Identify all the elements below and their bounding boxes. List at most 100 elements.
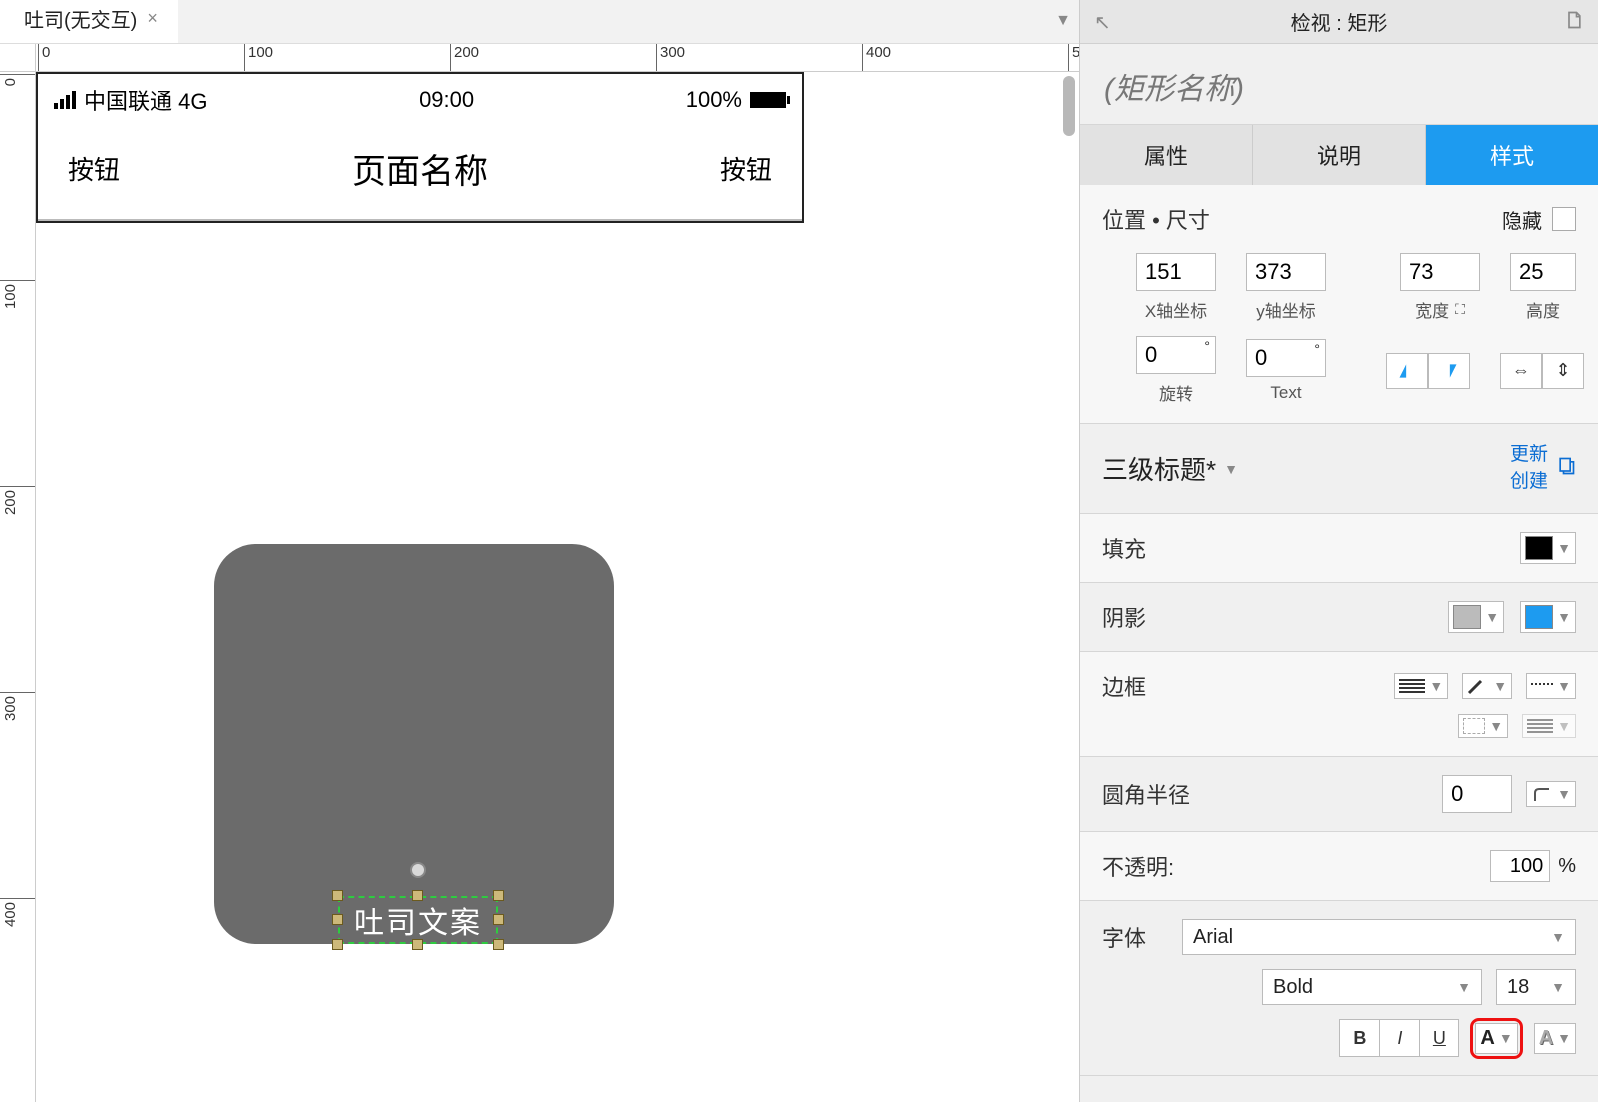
border-visibility-picker[interactable]: ▼ [1458,714,1508,738]
x-label: X轴坐标 [1145,297,1207,322]
page-title: 页面名称 [352,144,488,193]
font-size-value: 18 [1507,976,1529,999]
update-style-link[interactable]: 更新 [1510,442,1548,469]
border-label: 边框 [1102,670,1146,702]
outer-shadow-picker[interactable]: ▼ [1448,601,1504,633]
close-icon[interactable]: × [147,8,158,29]
border-width-picker[interactable]: ▼ [1394,673,1448,699]
popout-icon[interactable]: ↖ [1094,10,1111,35]
tab-dropdown-icon[interactable]: ▼ [1055,12,1071,30]
y-input[interactable] [1246,253,1326,291]
font-color-picker[interactable]: A▼ [1475,1023,1517,1054]
tab-notes[interactable]: 说明 [1253,125,1426,185]
radius-corners-picker[interactable]: ▼ [1526,781,1576,807]
font-label: 字体 [1102,921,1162,953]
inner-shadow-picker[interactable]: ▼ [1520,601,1576,633]
nav-right-button[interactable]: 按钮 [720,150,772,187]
inspector-panel: ↖ 检视 : 矩形 (矩形名称) 属性 说明 样式 位置 • 尺寸 隐藏 [1079,0,1598,1102]
section-position: 位置 • 尺寸 隐藏 X轴坐标 y轴坐标 [1080,185,1598,424]
ruler-tick-500: 500 [1072,44,1079,61]
font-weight-dropdown[interactable]: Bold▼ [1262,969,1482,1005]
resize-handle-ne[interactable] [493,890,504,901]
ruler-tick-0: 0 [42,44,50,61]
copy-style-icon[interactable] [1556,456,1576,482]
resize-handle-w[interactable] [332,914,343,925]
ruler-tick-200: 200 [454,44,479,61]
shape-name-field[interactable]: (矩形名称) [1080,44,1598,125]
inspector-title: 检视 : 矩形 [1291,7,1388,36]
width-label: 宽度 [1415,297,1449,322]
clock-label: 09:00 [419,87,474,113]
toast-text[interactable]: 吐司文案 [338,896,498,944]
font-effect-picker[interactable]: A▼ [1534,1023,1576,1054]
x-input[interactable] [1136,253,1216,291]
vruler-300: 300 [2,696,19,721]
autofit-height-button[interactable]: ⇕ [1542,353,1584,389]
document-tab[interactable]: 吐司(无交互) × [0,0,178,43]
autofit-width-button[interactable]: ⇔ [1500,353,1542,389]
resize-handle-se[interactable] [493,939,504,950]
nav-bar: 按钮 页面名称 按钮 [38,126,802,221]
lock-aspect-icon[interactable]: ⛶ [1455,301,1465,318]
tab-title: 吐司(无交互) [24,4,137,33]
vruler-200: 200 [2,490,19,515]
border-align-picker[interactable]: ▼ [1522,714,1576,738]
flip-horizontal-button[interactable] [1386,353,1428,389]
opacity-label: 不透明: [1102,850,1174,882]
ruler-tick-100: 100 [248,44,273,61]
applied-style-name[interactable]: 三级标题* [1102,450,1216,487]
font-family-dropdown[interactable]: Arial▼ [1182,919,1576,955]
section-shadow: 阴影 ▼ ▼ [1080,583,1598,652]
resize-handle-sw[interactable] [332,939,343,950]
radius-input[interactable] [1442,775,1512,813]
font-weight-value: Bold [1273,976,1313,999]
inspector-tabs: 属性 说明 样式 [1080,125,1598,185]
document-tabbar: 吐司(无交互) × ▼ [0,0,1079,44]
italic-button[interactable]: I [1379,1019,1419,1057]
flip-vertical-button[interactable] [1428,353,1470,389]
ruler-horizontal[interactable]: 0 100 200 300 400 500 [36,44,1079,72]
resize-handle-s[interactable] [412,939,423,950]
opacity-input[interactable] [1490,850,1550,882]
page-icon[interactable] [1564,10,1584,36]
tab-style[interactable]: 样式 [1426,125,1598,185]
section-stylename: 三级标题* ▼ 更新 创建 [1080,424,1598,514]
border-color-picker[interactable]: ▼ [1462,673,1512,699]
battery-icon [750,92,786,108]
ruler-vertical[interactable]: 0 100 200 300 400 [0,72,36,1102]
toast-background-shape[interactable] [214,544,614,944]
design-canvas[interactable]: 中国联通 4G 09:00 100% 按钮 页面名称 按钮 [36,72,1079,1102]
create-style-link[interactable]: 创建 [1510,469,1548,496]
selected-shape[interactable]: 吐司文案 [338,896,498,944]
border-style-picker[interactable]: ▼ [1526,673,1576,699]
section-opacity: 不透明: % [1080,832,1598,901]
chevron-down-icon[interactable]: ▼ [1224,461,1238,477]
font-size-dropdown[interactable]: 18▼ [1496,969,1576,1005]
signal-icon [54,91,76,109]
device-frame: 中国联通 4G 09:00 100% 按钮 页面名称 按钮 [36,72,804,223]
section-radius: 圆角半径 ▼ [1080,757,1598,832]
bold-button[interactable]: B [1339,1019,1379,1057]
resize-handle-n[interactable] [412,890,423,901]
section-fill: 填充 ▼ [1080,514,1598,583]
resize-handle-e[interactable] [493,914,504,925]
battery-label: 100% [686,87,742,113]
canvas-scrollbar[interactable] [1063,76,1075,136]
font-family-value: Arial [1193,926,1233,949]
hide-checkbox[interactable] [1552,207,1576,231]
height-input[interactable] [1510,253,1576,291]
underline-button[interactable]: U [1419,1019,1459,1057]
fill-color-picker[interactable]: ▼ [1520,532,1576,564]
hide-label: 隐藏 [1502,205,1542,234]
ruler-corner [0,44,36,72]
nav-left-button[interactable]: 按钮 [68,150,120,187]
tab-properties[interactable]: 属性 [1080,125,1253,185]
y-label: y轴坐标 [1256,297,1316,322]
vruler-0: 0 [2,78,19,86]
resize-handle-nw[interactable] [332,890,343,901]
fill-label: 填充 [1102,532,1146,564]
width-input[interactable] [1400,253,1480,291]
rotation-handle[interactable] [410,862,426,878]
rotation-label: 旋转 [1159,380,1193,405]
shadow-label: 阴影 [1102,601,1146,633]
